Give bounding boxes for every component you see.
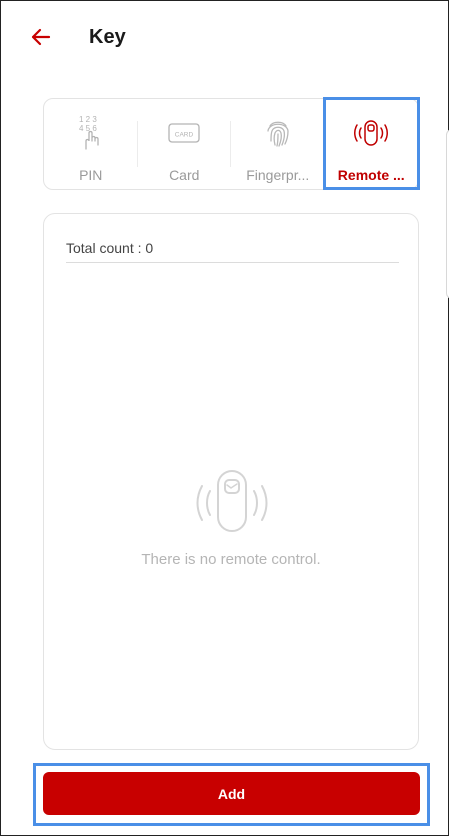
page-title: Key bbox=[89, 26, 126, 48]
tab-fingerprint[interactable]: Fingerpr... bbox=[231, 99, 325, 189]
back-button[interactable] bbox=[27, 23, 55, 51]
tab-card-label: Card bbox=[169, 167, 200, 183]
key-type-tabs: 1 2 3 4 5 6 PIN CARD Card Fingerpr... Re… bbox=[43, 98, 419, 190]
screen: Key 1 2 3 4 5 6 PIN CARD Card Fingerpr..… bbox=[0, 0, 449, 836]
svg-text:CARD: CARD bbox=[175, 132, 194, 139]
svg-text:4 5 6: 4 5 6 bbox=[79, 124, 97, 133]
fingerprint-icon bbox=[267, 121, 289, 147]
svg-text:1 2 3: 1 2 3 bbox=[79, 115, 97, 124]
add-button[interactable]: Add bbox=[43, 772, 420, 815]
key-list-card: Total count : 0 There is no remote contr… bbox=[43, 213, 419, 750]
card-icon: CARD bbox=[168, 123, 200, 143]
tab-remote[interactable]: Remote ... bbox=[325, 99, 419, 189]
tab-fingerprint-label: Fingerpr... bbox=[246, 167, 310, 183]
pin-keypad-icon: 1 2 3 4 5 6 bbox=[79, 115, 99, 150]
remote-control-icon bbox=[354, 120, 389, 146]
divider bbox=[66, 262, 399, 263]
tab-pin[interactable]: 1 2 3 4 5 6 PIN bbox=[44, 99, 138, 189]
tab-remote-label: Remote ... bbox=[337, 167, 405, 183]
tab-pin-label: PIN bbox=[79, 167, 103, 183]
total-count: Total count : 0 bbox=[66, 240, 154, 256]
header: Key bbox=[1, 1, 448, 73]
remote-control-icon bbox=[196, 470, 268, 532]
tab-card[interactable]: CARD Card bbox=[138, 99, 231, 189]
empty-state-message: There is no remote control. bbox=[141, 551, 321, 568]
arrow-left-icon bbox=[31, 28, 51, 46]
